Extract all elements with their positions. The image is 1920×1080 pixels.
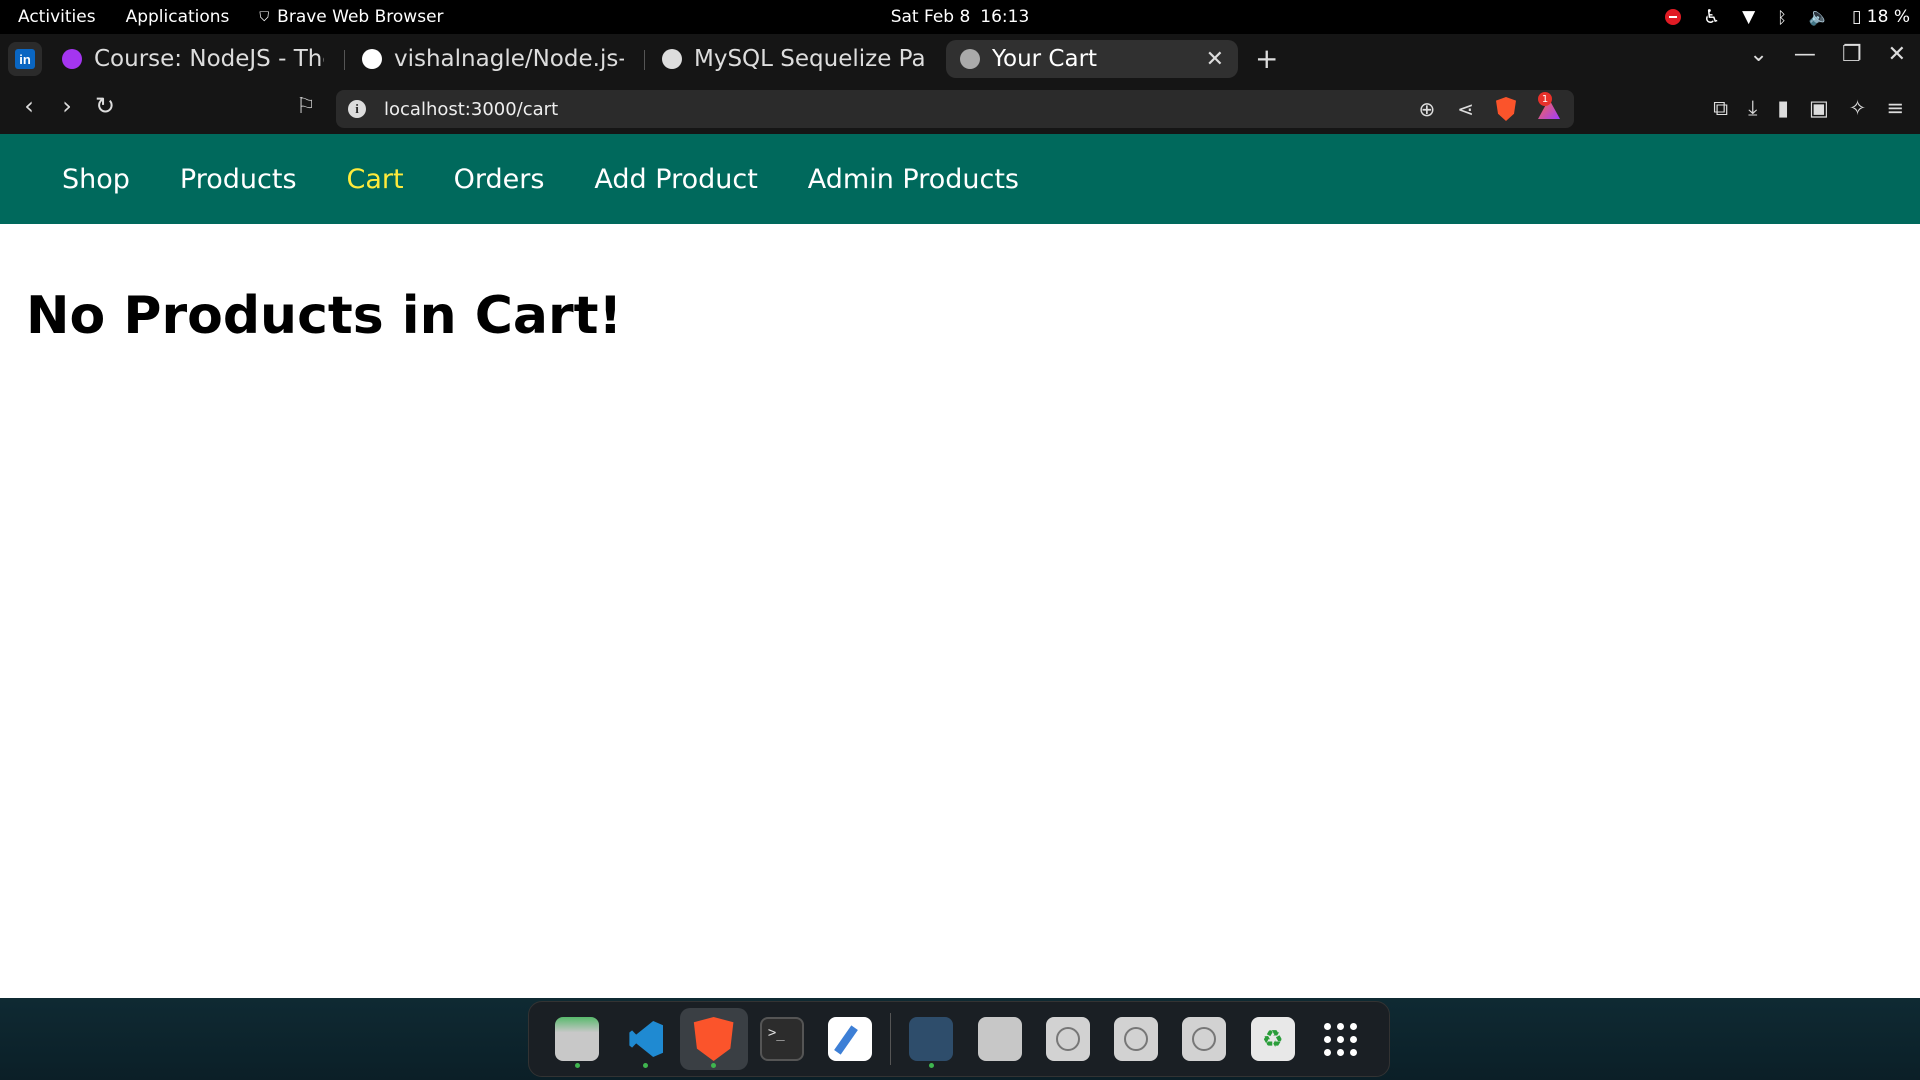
accessibility-icon[interactable]: ♿ <box>1703 6 1720 28</box>
time: 16:13 <box>980 7 1030 27</box>
main-nav: Shop Products Cart Orders Add Product Ad… <box>0 134 1920 224</box>
close-tab-icon[interactable]: ✕ <box>1206 47 1224 72</box>
tab-divider <box>344 50 345 70</box>
page-heading: No Products in Cart! <box>26 286 623 346</box>
dock-app[interactable] <box>965 1008 1033 1070</box>
bluetooth-icon[interactable]: ᛒ <box>1777 8 1787 27</box>
address-bar[interactable]: i localhost:3000/cart ⊕ ⋖ <box>336 90 1574 128</box>
tab-chatgpt[interactable]: MySQL Sequelize Pass <box>648 40 938 78</box>
nav-add-product[interactable]: Add Product <box>594 164 757 195</box>
bookmark-icon[interactable]: ⚐ <box>296 94 316 119</box>
dock-terminal[interactable]: >_ <box>748 1008 816 1070</box>
nav-orders[interactable]: Orders <box>454 164 545 195</box>
url-text[interactable]: localhost:3000/cart <box>384 99 558 120</box>
close-window-icon[interactable]: ✕ <box>1888 42 1906 67</box>
downloads-icon[interactable]: ⤓ <box>1748 96 1757 121</box>
nav-cart[interactable]: Cart <box>347 164 404 195</box>
pinned-tab-linkedin[interactable]: in <box>8 42 42 76</box>
nav-admin-products[interactable]: Admin Products <box>808 164 1019 195</box>
github-icon <box>362 49 382 69</box>
tab-title: vishalnagle/Node.js-M <box>394 46 624 72</box>
minimize-icon[interactable]: — <box>1794 42 1816 67</box>
new-tab-button[interactable]: + <box>1255 42 1278 75</box>
dock-disc-1[interactable] <box>1034 1008 1102 1070</box>
sidebar-icon[interactable]: ▮ <box>1777 96 1789 121</box>
dock-separator <box>890 1013 892 1065</box>
forward-icon[interactable]: › <box>56 92 78 120</box>
app-icon <box>977 1017 1022 1061</box>
dock: >_ ♻ <box>528 1001 1390 1077</box>
linkedin-icon: in <box>15 49 35 69</box>
dock-disc-2[interactable] <box>1102 1008 1170 1070</box>
reload-icon[interactable]: ↻ <box>94 92 116 120</box>
app-grid-icon <box>1319 1017 1363 1061</box>
site-info-icon[interactable]: i <box>348 100 366 118</box>
dock-text-editor[interactable] <box>816 1008 884 1070</box>
do-not-disturb-icon[interactable] <box>1665 9 1682 25</box>
disc-icon <box>1114 1017 1159 1061</box>
brave-icon <box>693 1017 734 1061</box>
globe-icon <box>960 49 980 69</box>
extensions-icon[interactable]: ⧉ <box>1713 96 1728 121</box>
tab-title: MySQL Sequelize Pass <box>694 46 924 72</box>
tab-udemy-course[interactable]: Course: NodeJS - The <box>48 40 338 78</box>
dock-disc-3[interactable] <box>1170 1008 1238 1070</box>
vscode-icon <box>623 1017 667 1061</box>
trash-icon: ♻ <box>1250 1017 1295 1061</box>
battery-percent: 18 % <box>1866 7 1910 27</box>
files-icon <box>555 1017 600 1061</box>
terminal-icon: >_ <box>759 1017 804 1061</box>
share-icon[interactable]: ⋖ <box>1457 97 1474 121</box>
menu-icon[interactable]: ≡ <box>1886 96 1904 121</box>
browser-toolbar: ‹ › ↻ ⚐ i localhost:3000/cart ⊕ ⋖ ⧉ ⤓ ▮ … <box>0 84 1920 134</box>
running-indicator <box>574 1063 580 1068</box>
date: Sat Feb 8 <box>890 7 971 27</box>
tab-strip: in Course: NodeJS - The vishalnagle/Node… <box>0 34 1920 84</box>
clock[interactable]: Sat Feb 8 16:13 <box>0 0 1920 34</box>
zoom-icon[interactable]: ⊕ <box>1418 97 1435 121</box>
page-content: Shop Products Cart Orders Add Product Ad… <box>0 134 1920 998</box>
volume-icon[interactable]: 🔈 <box>1809 7 1830 27</box>
wifi-icon[interactable]: ▼ <box>1742 7 1755 27</box>
openai-icon <box>662 49 682 69</box>
dock-vscode[interactable] <box>611 1008 679 1070</box>
udemy-icon <box>62 49 82 69</box>
running-indicator <box>642 1063 648 1068</box>
tab-github[interactable]: vishalnagle/Node.js-M <box>348 40 638 78</box>
text-editor-icon <box>828 1017 873 1061</box>
system-top-bar: Activities Applications ⛉ Brave Web Brow… <box>0 0 1920 34</box>
dock-files[interactable] <box>543 1008 611 1070</box>
dock-brave[interactable] <box>679 1008 748 1070</box>
mysql-workbench-icon <box>909 1017 954 1061</box>
tab-title: Your Cart <box>992 46 1098 72</box>
restore-icon[interactable]: ❐ <box>1842 42 1862 67</box>
rewards-badge: 1 <box>1538 92 1552 106</box>
tab-your-cart[interactable]: Your Cart ✕ <box>946 40 1238 78</box>
running-indicator <box>928 1063 934 1068</box>
tab-title: Course: NodeJS - The <box>94 46 324 72</box>
back-icon[interactable]: ‹ <box>18 92 40 120</box>
battery-status[interactable]: ▯ 18 % <box>1852 7 1910 27</box>
dock-trash[interactable]: ♻ <box>1238 1008 1306 1070</box>
tab-divider <box>644 50 645 70</box>
brave-shields-icon[interactable] <box>1496 97 1516 121</box>
disc-icon <box>1182 1017 1227 1061</box>
running-indicator <box>711 1063 717 1068</box>
disc-icon <box>1045 1017 1090 1061</box>
dock-app-grid[interactable] <box>1307 1008 1375 1070</box>
battery-icon: ▯ <box>1852 7 1862 27</box>
nav-products[interactable]: Products <box>180 164 297 195</box>
leo-ai-icon[interactable]: ✧ <box>1849 96 1867 121</box>
dock-mysql-workbench[interactable] <box>897 1008 965 1070</box>
tab-search-chevron-icon[interactable]: ⌄ <box>1749 42 1767 67</box>
nav-shop[interactable]: Shop <box>62 164 130 195</box>
wallet-icon[interactable]: ▣ <box>1809 96 1829 121</box>
